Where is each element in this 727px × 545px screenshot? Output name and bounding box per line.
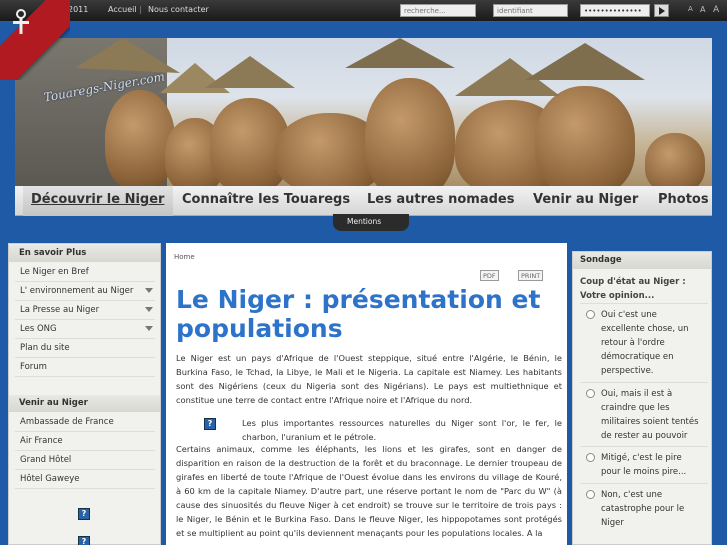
top-bar: 2011 Accueil | Nous contacter A A A xyxy=(0,0,727,22)
poll-radio[interactable] xyxy=(586,490,595,499)
font-small-button[interactable]: A xyxy=(688,5,693,13)
sidebar-item-label: Ambassade de France xyxy=(20,417,114,427)
print-button[interactable]: PRINT xyxy=(518,270,544,281)
header-banner: Touaregs-Niger.com xyxy=(15,38,712,186)
agadez-cross-icon xyxy=(13,9,29,34)
password-input[interactable] xyxy=(580,4,650,17)
sidebar-item-label: L' environnement au Niger xyxy=(20,286,134,296)
poll-option-label: Non, c'est une catastrophe pour le Niger xyxy=(601,490,685,528)
sidebar-item-plan[interactable]: Plan du site xyxy=(15,339,155,358)
granary-roofs xyxy=(75,38,645,96)
page-title: Le Niger : présentation et populations xyxy=(176,285,541,343)
sidebar-item-ong[interactable]: Les ONG xyxy=(15,320,155,339)
sidebar-item-label: Forum xyxy=(20,362,47,372)
font-medium-button[interactable]: A xyxy=(700,5,705,14)
subnav-mentions-link[interactable]: Mentions xyxy=(347,217,381,226)
poll-option-label: Oui c'est une excellente chose, un retou… xyxy=(601,310,689,376)
missing-image-icon: ? xyxy=(78,508,90,520)
nav-decouvrir-niger[interactable]: Découvrir le Niger xyxy=(31,192,164,207)
sidebar-item-label: Grand Hôtel xyxy=(20,455,72,465)
poll-question: Coup d'état au Niger : Votre opinion... xyxy=(580,277,686,301)
home-link[interactable]: Accueil xyxy=(108,5,137,14)
breadcrumb[interactable]: Home xyxy=(174,253,195,261)
poll-option[interactable]: Mitigé, c'est le pire pour le moins pire… xyxy=(580,446,708,480)
left-sidebar: En savoir Plus Le Niger en Bref L' envir… xyxy=(8,243,161,545)
subnav-tab[interactable]: Mentions xyxy=(333,214,409,231)
article-paragraph: Certains animaux, comme les éléphants, l… xyxy=(176,444,562,538)
contact-link[interactable]: Nous contacter xyxy=(148,5,209,14)
link-separator: | xyxy=(139,5,142,14)
chevron-down-icon[interactable] xyxy=(145,307,153,312)
missing-image-icon: ? xyxy=(204,418,216,430)
corner-ribbon xyxy=(0,0,70,80)
sidebar-item-hotel-gaweye[interactable]: Hôtel Gaweye xyxy=(15,470,155,489)
login-submit-button[interactable] xyxy=(654,4,669,17)
article-paragraph: Les plus importantes ressources naturell… xyxy=(242,418,562,442)
poll-radio[interactable] xyxy=(586,389,595,398)
nav-connaitre-touaregs[interactable]: Connaître les Touaregs xyxy=(182,192,350,207)
year-text: 2011 xyxy=(68,5,89,14)
login-input[interactable] xyxy=(493,4,568,17)
chevron-down-icon[interactable] xyxy=(145,288,153,293)
poll-title: Sondage xyxy=(573,252,711,269)
sidebar-section-title: Venir au Niger xyxy=(9,395,160,412)
poll-option[interactable]: Oui c'est une excellente chose, un retou… xyxy=(580,303,708,376)
sidebar-item-label: Hôtel Gaweye xyxy=(20,474,80,484)
sidebar-item-forum[interactable]: Forum xyxy=(15,358,155,377)
sidebar-item-grand-hotel[interactable]: Grand Hôtel xyxy=(15,451,155,470)
nav-photos[interactable]: Photos xyxy=(658,192,709,207)
article-paragraph: Le Niger est un pays d'Afrique de l'Oues… xyxy=(176,353,562,405)
sidebar-item-environnement[interactable]: L' environnement au Niger xyxy=(15,282,155,301)
sidebar-item-label: Le Niger en Bref xyxy=(20,267,89,277)
poll-option-label: Mitigé, c'est le pire pour le moins pire… xyxy=(601,453,687,477)
poll-option[interactable]: Non, c'est une catastrophe pour le Niger xyxy=(580,483,708,529)
sidebar-item-air-france[interactable]: Air France xyxy=(15,432,155,451)
main-nav: Découvrir le Niger Connaître les Touareg… xyxy=(15,186,712,216)
poll-panel: Sondage Coup d'état au Niger : Votre opi… xyxy=(572,251,712,545)
poll-option[interactable]: Oui, mais il est à craindre que les mili… xyxy=(580,382,708,444)
font-large-button[interactable]: A xyxy=(713,5,719,15)
poll-option-label: Oui, mais il est à craindre que les mili… xyxy=(601,389,699,441)
sidebar-item-presse[interactable]: La Presse au Niger xyxy=(15,301,155,320)
chevron-down-icon[interactable] xyxy=(145,326,153,331)
sidebar-item-label: Plan du site xyxy=(20,343,70,353)
missing-image-icon: ? xyxy=(78,536,90,545)
sidebar-item-niger-bref[interactable]: Le Niger en Bref xyxy=(15,263,155,282)
poll-radio[interactable] xyxy=(586,453,595,462)
poll-radio[interactable] xyxy=(586,310,595,319)
sidebar-item-label: Air France xyxy=(20,436,63,446)
nav-venir-niger[interactable]: Venir au Niger xyxy=(533,192,638,207)
sidebar-item-label: Les ONG xyxy=(20,324,57,334)
main-content: Home PDF PRINT Le Niger : présentation e… xyxy=(166,243,567,545)
sidebar-item-label: La Presse au Niger xyxy=(20,305,100,315)
sidebar-section-title: En savoir Plus xyxy=(9,245,160,262)
play-icon xyxy=(659,7,665,15)
pdf-button[interactable]: PDF xyxy=(480,270,499,281)
nav-autres-nomades[interactable]: Les autres nomades xyxy=(367,192,514,207)
sidebar-item-ambassade[interactable]: Ambassade de France xyxy=(15,413,155,432)
search-input[interactable] xyxy=(400,4,476,17)
